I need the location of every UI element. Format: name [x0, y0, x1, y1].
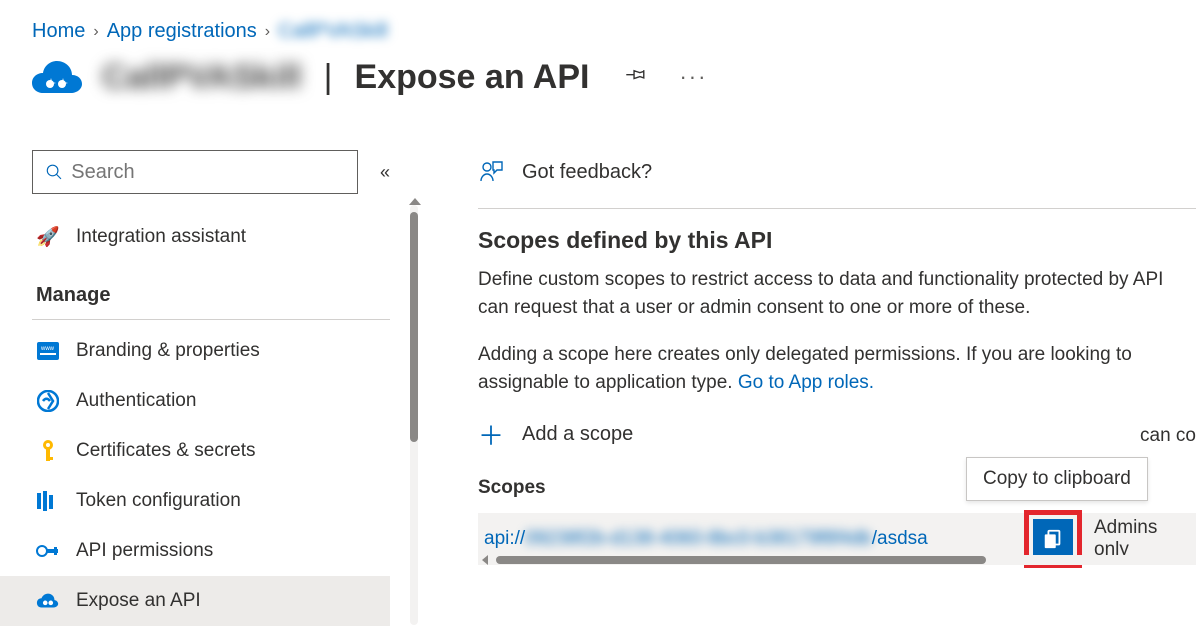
breadcrumb-home[interactable]: Home [32, 20, 85, 43]
chevron-right-icon: › [93, 23, 98, 41]
search-field[interactable] [71, 161, 345, 184]
nav-branding[interactable]: www Branding & properties [32, 326, 420, 376]
main-divider [478, 208, 1196, 209]
search-input[interactable] [32, 150, 358, 194]
scopes-description-2: Adding a scope here creates only delegat… [478, 341, 1196, 396]
add-scope-label: Add a scope [522, 423, 633, 446]
page-header: CallPVASkill | Expose an API ··· [0, 49, 1196, 115]
nav-integration-assistant[interactable]: 🚀 Integration assistant [32, 212, 420, 262]
consent-column-header: can co [1140, 425, 1196, 447]
nav-label: Token configuration [76, 490, 241, 512]
auth-icon [36, 389, 60, 413]
nav-label: API permissions [76, 540, 213, 562]
section-divider [32, 319, 390, 320]
search-icon [45, 162, 63, 182]
scope-uri[interactable]: api://09238f2b-d138-4060-8bc0-b38179f8f4… [478, 528, 928, 550]
copy-tooltip: Copy to clipboard [966, 457, 1148, 501]
main-content: Got feedback? Scopes defined by this API… [420, 150, 1196, 631]
nav-expose-api[interactable]: Expose an API [0, 576, 390, 626]
scopes-description-1: Define custom scopes to restrict access … [478, 266, 1196, 321]
breadcrumb-app-registrations[interactable]: App registrations [107, 20, 257, 43]
nav-label: Branding & properties [76, 340, 260, 362]
branding-icon: www [36, 339, 60, 363]
section-manage: Manage [32, 262, 420, 315]
chevron-right-icon: › [265, 23, 270, 41]
title-separator: | [324, 58, 333, 97]
nav-token-config[interactable]: Token configuration [32, 476, 420, 526]
nav-authentication[interactable]: Authentication [32, 376, 420, 426]
pin-icon[interactable] [625, 63, 647, 92]
sidebar-scrollbar-thumb[interactable] [410, 212, 418, 442]
nav-label: Authentication [76, 390, 196, 412]
nav-label: Expose an API [76, 590, 201, 612]
copy-icon [1042, 528, 1064, 550]
svg-text:www: www [40, 346, 55, 352]
token-icon [36, 489, 60, 513]
page-title: Expose an API [355, 58, 590, 97]
app-name: CallPVASkill [102, 58, 302, 97]
feedback-label: Got feedback? [522, 161, 652, 184]
feedback-button[interactable]: Got feedback? [478, 150, 1196, 194]
expose-api-icon [36, 589, 60, 613]
sidebar: « 🚀 Integration assistant Manage www Bra… [0, 150, 420, 631]
api-perm-icon [36, 539, 60, 563]
nav-label: Integration assistant [76, 226, 246, 248]
collapse-sidebar-icon[interactable]: « [380, 162, 390, 183]
key-icon [36, 439, 60, 463]
plus-icon: ＋ [478, 416, 504, 453]
nav-label: Certificates & secrets [76, 440, 256, 462]
add-scope-button[interactable]: ＋ Add a scope [478, 416, 1196, 453]
feedback-icon [478, 159, 504, 185]
sidebar-scrollbar[interactable] [410, 205, 418, 625]
breadcrumb-current[interactable]: CallPVASkill [278, 20, 388, 43]
rocket-icon: 🚀 [36, 225, 60, 249]
more-icon[interactable]: ··· [679, 64, 707, 90]
app-cloud-icon [28, 57, 84, 97]
horizontal-scrollbar[interactable] [478, 555, 1196, 565]
horizontal-scrollbar-thumb[interactable] [496, 556, 986, 564]
nav-api-permissions[interactable]: API permissions [32, 526, 420, 576]
scroll-left-icon[interactable] [482, 555, 488, 565]
nav-certificates[interactable]: Certificates & secrets [32, 426, 420, 476]
app-roles-link[interactable]: Go to App roles. [738, 372, 874, 393]
scopes-title: Scopes defined by this API [478, 227, 1196, 254]
breadcrumb: Home › App registrations › CallPVASkill [0, 0, 1196, 49]
